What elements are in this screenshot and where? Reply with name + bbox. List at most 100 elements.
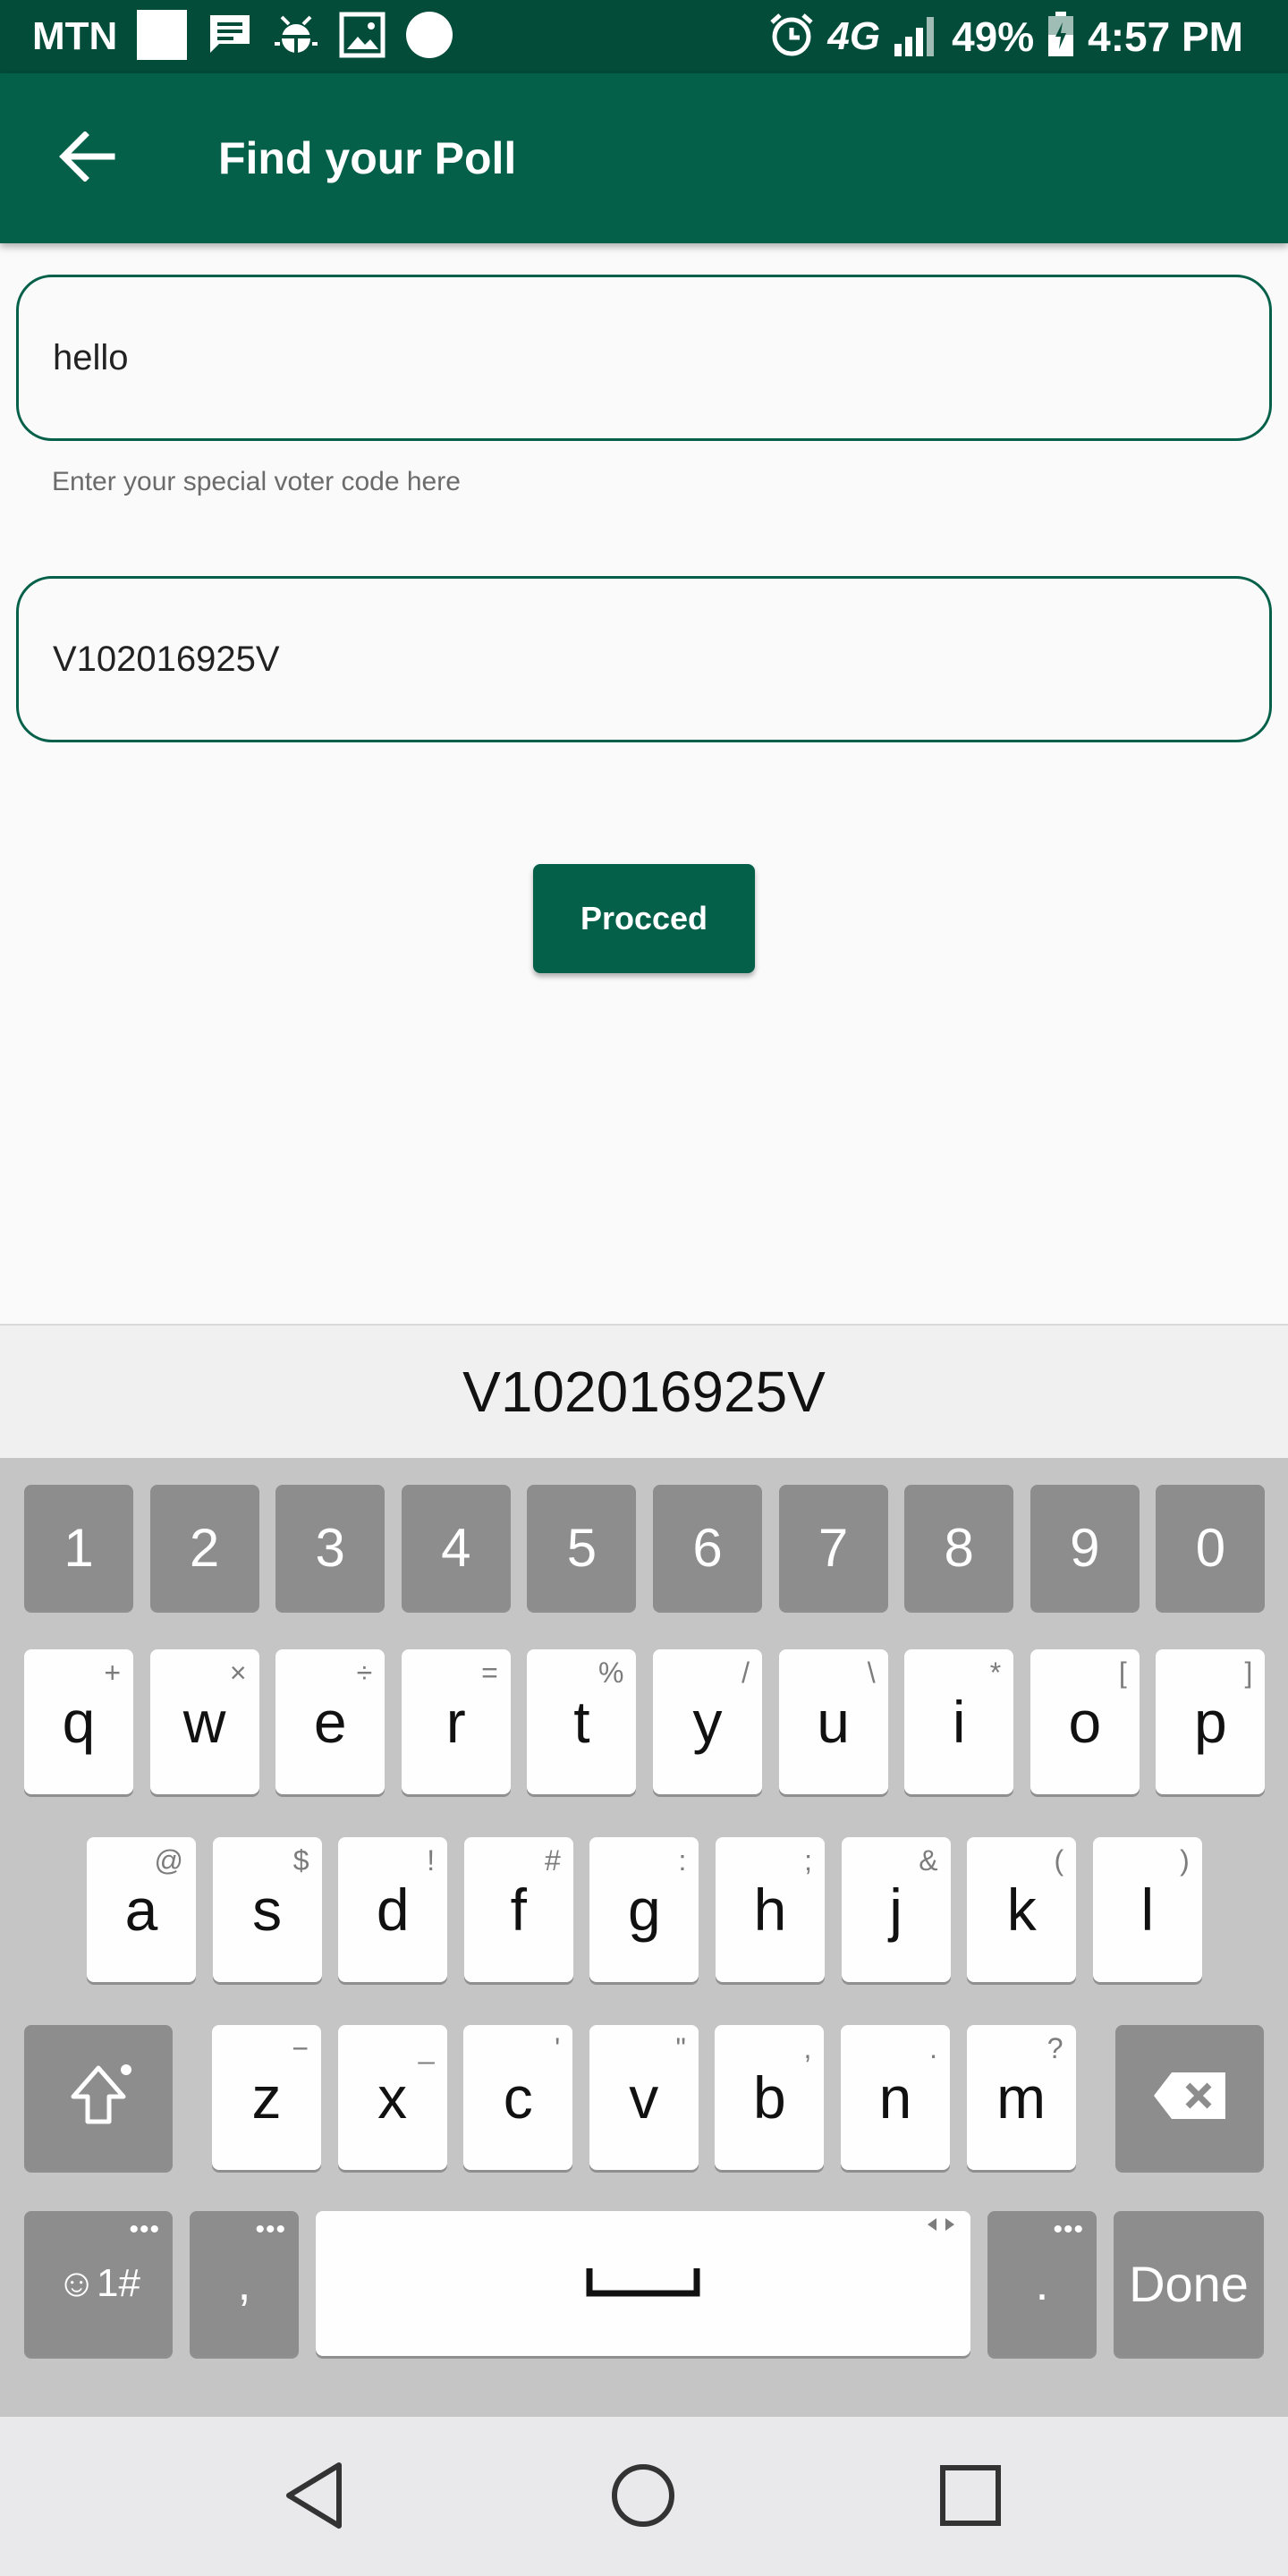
key-s-label: s <box>252 1877 283 1943</box>
key-h[interactable]: h; <box>716 1837 825 1982</box>
key-a-secondary-symbol: @ <box>154 1844 183 1877</box>
key-w-label: w <box>182 1689 226 1755</box>
key-m[interactable]: m? <box>966 2025 1076 2170</box>
key-o[interactable]: o[ <box>1030 1649 1140 1794</box>
key-v[interactable]: v " <box>589 2025 699 2170</box>
nav-home-button[interactable] <box>598 2453 688 2542</box>
key-q[interactable]: q + <box>24 1649 133 1794</box>
key-c-label: c <box>503 2064 533 2131</box>
key-r[interactable]: r = <box>401 1649 511 1794</box>
app-bar: Find your Poll <box>0 73 1288 243</box>
key-j-label: j <box>889 1877 902 1943</box>
proceed-button[interactable]: Procced <box>533 864 755 973</box>
key-y-label: y <box>692 1689 723 1755</box>
voter-code-field[interactable] <box>16 576 1272 742</box>
key-b-secondary-symbol: , <box>803 2032 812 2064</box>
key-e[interactable]: e ÷ <box>275 1649 386 1794</box>
cursor-arrows-icon <box>926 2216 956 2237</box>
circle-home-icon <box>610 2462 676 2533</box>
key-k-label: k <box>1006 1877 1037 1943</box>
poll-search-input[interactable] <box>53 277 1216 438</box>
alarm-icon <box>768 12 815 63</box>
key-w[interactable]: w × <box>149 1649 259 1794</box>
key-t[interactable]: t% <box>527 1649 637 1794</box>
more-dots: ••• <box>255 2215 286 2244</box>
key-f-label: f <box>510 1877 527 1943</box>
key-b[interactable]: b, <box>715 2025 825 2170</box>
key-l-secondary-symbol: ) <box>1180 1844 1190 1877</box>
keyboard: ☺1# ••• , ••• . ••• Done 1 2 3 4 5 6 7 8 9 0 q + w × e… <box>0 1458 1288 2417</box>
comma-label: , <box>237 2257 251 2310</box>
key-z-label: z <box>251 2064 282 2131</box>
key-o-secondary-symbol: [ <box>1118 1657 1127 1689</box>
done-key[interactable]: Done <box>1114 2211 1264 2356</box>
shift-indicator-dot <box>121 2064 131 2075</box>
key-9[interactable]: 9 <box>1030 1485 1140 1610</box>
key-i[interactable]: i * <box>904 1649 1014 1794</box>
key-d[interactable]: d! <box>338 1837 448 1982</box>
key-u[interactable]: u \ <box>778 1649 888 1794</box>
key-c[interactable]: c ' <box>463 2025 573 2170</box>
key-p[interactable]: p] <box>1156 1649 1266 1794</box>
key-s[interactable]: s $ <box>212 1837 322 1982</box>
key-u-secondary-symbol: \ <box>867 1657 876 1689</box>
key-4[interactable]: 4 <box>401 1485 511 1610</box>
key-2-label: 2 <box>189 1517 220 1578</box>
key-n[interactable]: n. <box>841 2025 950 2170</box>
nav-recents-button[interactable] <box>926 2453 1015 2542</box>
poll-search-field[interactable] <box>16 275 1272 441</box>
key-a[interactable]: a @ <box>87 1837 196 1982</box>
key-c-secondary-symbol: ' <box>555 2032 561 2064</box>
image-icon <box>339 12 386 63</box>
key-5[interactable]: 5 <box>527 1485 637 1610</box>
key-r-secondary-symbol: = <box>481 1657 498 1689</box>
notification-square-icon <box>137 9 188 64</box>
key-z-secondary-symbol: − <box>292 2032 309 2064</box>
square-recents-icon <box>939 2464 1002 2531</box>
nav-back-button[interactable] <box>270 2453 360 2542</box>
circle-notification-icon <box>405 11 453 64</box>
period-key[interactable]: . ••• <box>987 2211 1097 2356</box>
clock: 4:57 PM <box>1088 13 1243 60</box>
key-u-label: u <box>817 1689 850 1755</box>
key-g-label: g <box>628 1877 661 1943</box>
key-6[interactable]: 6 <box>653 1485 762 1610</box>
key-5-label: 5 <box>566 1517 597 1578</box>
period-label: . <box>1035 2257 1049 2310</box>
key-j[interactable]: j & <box>841 1837 951 1982</box>
key-b-label: b <box>753 2064 786 2131</box>
key-3-label: 3 <box>315 1517 345 1578</box>
comma-key[interactable]: , ••• <box>190 2211 299 2356</box>
key-1-label: 1 <box>64 1517 94 1578</box>
shift-key[interactable] <box>24 2025 173 2170</box>
key-g-secondary-symbol: : <box>678 1844 687 1877</box>
backspace-key[interactable] <box>1115 2025 1264 2170</box>
key-0[interactable]: 0 <box>1156 1485 1266 1610</box>
more-dots: ••• <box>129 2215 160 2244</box>
key-y[interactable]: y / <box>653 1649 762 1794</box>
key-j-secondary-symbol: & <box>919 1844 938 1877</box>
key-8[interactable]: 8 <box>904 1485 1014 1610</box>
suggestion-word[interactable]: V102016925V <box>462 1359 826 1425</box>
key-1[interactable]: 1 <box>24 1485 133 1610</box>
key-p-secondary-symbol: ] <box>1244 1657 1253 1689</box>
key-l[interactable]: l) <box>1092 1837 1202 1982</box>
voter-code-input[interactable] <box>53 579 1216 740</box>
key-f-secondary-symbol: # <box>545 1844 561 1877</box>
key-d-label: d <box>376 1877 410 1943</box>
key-7[interactable]: 7 <box>778 1485 888 1610</box>
key-f[interactable]: f # <box>463 1837 573 1982</box>
key-3[interactable]: 3 <box>275 1485 386 1610</box>
key-g[interactable]: g: <box>589 1837 699 1982</box>
key-x[interactable]: x _ <box>337 2025 447 2170</box>
symbols-key[interactable]: ☺1# ••• <box>24 2211 173 2356</box>
key-2[interactable]: 2 <box>149 1485 259 1610</box>
space-key[interactable] <box>316 2211 970 2356</box>
key-4-label: 4 <box>441 1517 471 1578</box>
space-bar-icon <box>586 2267 700 2301</box>
key-z[interactable]: z − <box>212 2025 321 2170</box>
network-type-label: 4G <box>827 14 881 58</box>
back-button[interactable] <box>47 118 127 199</box>
key-k[interactable]: k( <box>967 1837 1077 1982</box>
key-x-secondary-symbol: _ <box>418 2032 435 2064</box>
